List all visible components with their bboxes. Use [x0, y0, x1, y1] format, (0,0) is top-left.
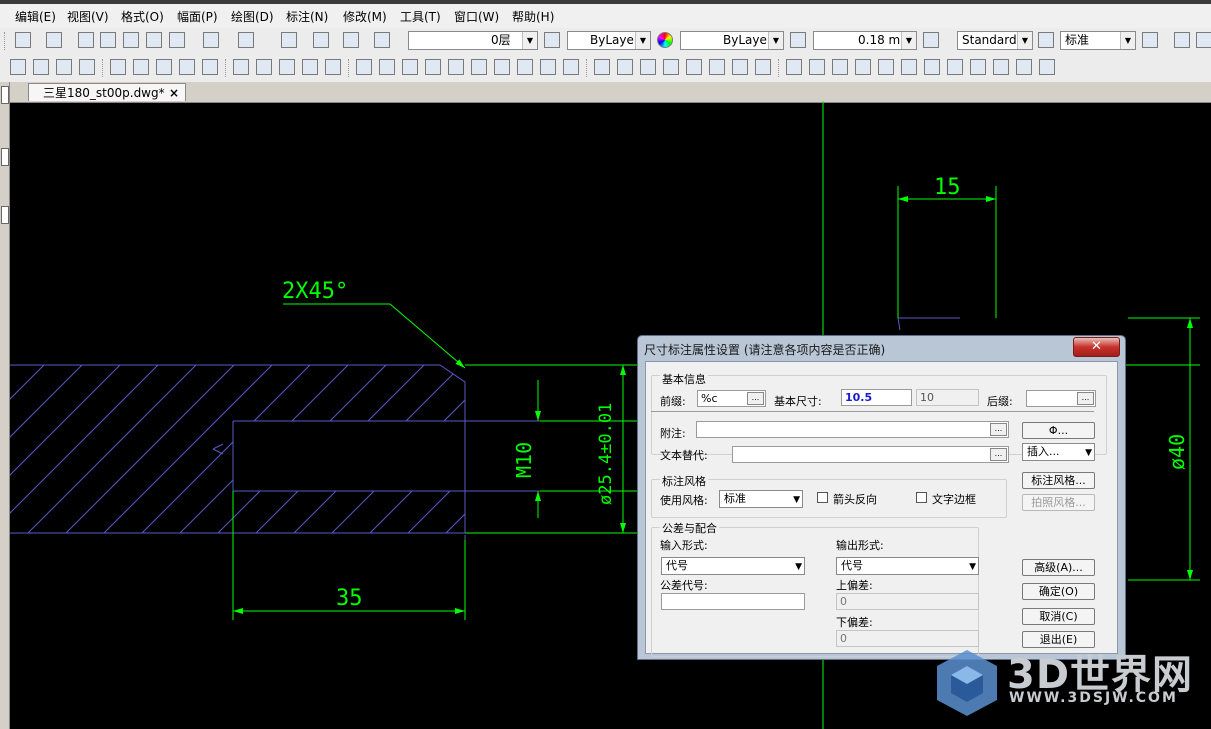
base-size-input[interactable]: 10.5: [841, 389, 912, 406]
hatch-line: [0, 365, 6, 533]
arrow-reverse-label: 箭头反向: [833, 493, 877, 506]
hatch-line: [27, 365, 197, 533]
chevron-down-icon: ▼: [793, 495, 800, 505]
tolerance-heading: 公差与配合: [660, 520, 719, 536]
suffix-browse-button[interactable]: ...: [1077, 392, 1094, 405]
chevron-down-icon: ▼: [1085, 448, 1092, 458]
prefix-input[interactable]: %c ...: [697, 390, 766, 407]
text-border-checkbox[interactable]: [916, 492, 927, 503]
dim-15-label: 15: [934, 175, 961, 200]
note-input[interactable]: ...: [696, 421, 1009, 438]
output-form-value: 代号: [841, 559, 863, 572]
use-style-value: 标准: [724, 492, 746, 505]
insert-select[interactable]: 插入... ▼: [1022, 443, 1095, 461]
hatch-line: [10, 365, 45, 533]
upper-dev-label: 上偏差:: [836, 579, 873, 592]
advanced-button[interactable]: 高级(A)...: [1022, 559, 1095, 576]
dimension-properties-dialog: 尺寸标注属性设置 (请注意各项内容是否正确) ✕ 基本信息 前缀: %c ...…: [637, 335, 1126, 660]
text-border-label: 文字边框: [932, 493, 976, 506]
style-group-heading: 标注风格: [660, 473, 708, 489]
prefix-value: %c: [701, 392, 718, 405]
text-replace-input[interactable]: ...: [732, 446, 1009, 463]
suffix-label: 后缀:: [987, 395, 1013, 408]
dialog-title: 尺寸标注属性设置 (请注意各项内容是否正确): [644, 343, 886, 357]
text-replace-browse-button[interactable]: ...: [990, 448, 1007, 461]
divider: [651, 411, 1094, 412]
upper-dev-input[interactable]: 0: [836, 593, 979, 610]
watermark: 3D世界网 WWW.3DSJW.COM: [925, 640, 1211, 729]
input-form-label: 输入形式:: [660, 539, 708, 552]
chevron-down-icon: ▼: [969, 562, 976, 572]
note-label: 附注:: [660, 427, 686, 440]
dim-style-button[interactable]: 标注风格...: [1022, 472, 1095, 489]
base-size-display: 10: [916, 389, 979, 406]
note-browse-button[interactable]: ...: [990, 423, 1007, 436]
text-replace-label: 文本替代:: [660, 449, 708, 462]
lower-dev-label: 下偏差:: [836, 616, 873, 629]
phi-button[interactable]: Φ...: [1022, 422, 1095, 439]
use-style-select[interactable]: 标准 ▼: [719, 490, 803, 508]
dim-m10-label: M10: [512, 442, 536, 478]
dialog-close-button[interactable]: ✕: [1073, 337, 1120, 357]
pick-style-button[interactable]: 拍照风格...: [1022, 494, 1095, 511]
input-form-select[interactable]: 代号 ▼: [661, 557, 805, 575]
output-form-label: 输出形式:: [836, 539, 884, 552]
output-form-select[interactable]: 代号 ▼: [836, 557, 979, 575]
prefix-browse-button[interactable]: ...: [747, 392, 764, 405]
prefix-label: 前缀:: [660, 395, 686, 408]
ok-button[interactable]: 确定(O): [1022, 583, 1095, 600]
tol-code-label: 公差代号:: [660, 579, 708, 592]
dialog-body: 基本信息 前缀: %c ... 基本尺寸: 10.5 10 后缀: ... 附注…: [645, 361, 1118, 657]
watermark-url: WWW.3DSJW.COM: [1009, 690, 1178, 706]
basic-info-heading: 基本信息: [660, 371, 708, 387]
chevron-down-icon: ▼: [795, 562, 802, 572]
dim-phi25-label: ø25.4±0.01: [596, 403, 616, 505]
cube-logo-icon: [937, 650, 997, 716]
cancel-button[interactable]: 取消(C): [1022, 608, 1095, 625]
dim-phi40-label: ø40: [1165, 434, 1189, 470]
tol-code-input[interactable]: [661, 593, 805, 610]
use-style-label: 使用风格:: [660, 494, 708, 507]
hatch-line: [10, 365, 83, 533]
suffix-input[interactable]: ...: [1026, 390, 1096, 407]
arrow-reverse-checkbox[interactable]: [817, 492, 828, 503]
base-size-label: 基本尺寸:: [774, 395, 822, 408]
bore-mask: [233, 421, 493, 491]
input-form-value: 代号: [666, 559, 688, 572]
dim-35-label: 35: [336, 586, 363, 611]
hatch-line: [10, 365, 159, 533]
chamfer-label: 2X45°: [282, 279, 348, 304]
hatch-line: [10, 365, 121, 533]
hatch-line: [484, 365, 652, 533]
insert-value: 插入...: [1027, 445, 1060, 458]
hatch-line: [65, 365, 235, 533]
